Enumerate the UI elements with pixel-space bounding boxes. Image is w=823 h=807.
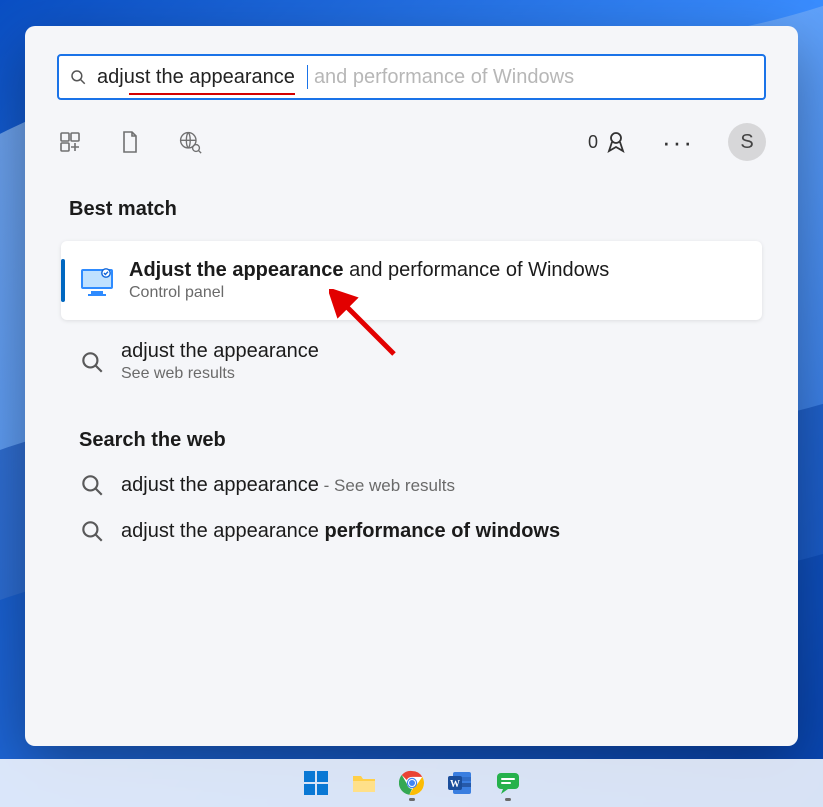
search-input-container[interactable]: adjust the appearance and performance of…	[57, 54, 766, 100]
user-avatar[interactable]: S	[728, 123, 766, 161]
start-search-panel: adjust the appearance and performance of…	[25, 26, 798, 746]
filter-apps-icon[interactable]	[57, 129, 83, 155]
svg-text:W: W	[450, 779, 460, 790]
best-match-result[interactable]: Adjust the appearance and performance of…	[61, 241, 762, 320]
result-title: adjust the appearance - See web results	[121, 474, 455, 497]
result-title: adjust the appearance performance of win…	[121, 520, 560, 543]
result-subtitle: See web results	[121, 365, 319, 383]
search-icon	[79, 518, 105, 544]
text-cursor	[307, 65, 308, 89]
rewards-badge[interactable]: 0	[588, 130, 628, 154]
result-title: adjust the appearance	[121, 340, 319, 363]
web-result-1[interactable]: adjust the appearance - See web results	[79, 472, 744, 498]
search-filter-row: 0 ··· S	[57, 120, 766, 164]
annotation-underline	[129, 93, 295, 95]
search-icon	[69, 68, 87, 86]
filter-documents-icon[interactable]	[117, 129, 143, 155]
rewards-icon	[604, 130, 628, 154]
web-result-2[interactable]: adjust the appearance performance of win…	[79, 518, 744, 544]
taskbar: W	[0, 759, 823, 807]
search-typed-text: adjust the appearance	[97, 66, 295, 89]
taskbar-start-button[interactable]	[303, 770, 329, 796]
monitor-settings-icon	[79, 263, 115, 299]
section-title-best-match: Best match	[69, 198, 754, 221]
taskbar-messages-icon[interactable]	[495, 770, 521, 796]
web-suggestion-result[interactable]: adjust the appearance See web results	[79, 340, 744, 383]
filter-web-icon[interactable]	[177, 129, 203, 155]
search-icon	[79, 472, 105, 498]
rewards-count: 0	[588, 132, 598, 153]
taskbar-chrome-icon[interactable]	[399, 770, 425, 796]
best-match-title: Adjust the appearance and performance of…	[129, 259, 609, 282]
taskbar-word-icon[interactable]: W	[447, 770, 473, 796]
selection-indicator	[61, 259, 65, 302]
taskbar-file-explorer-icon[interactable]	[351, 770, 377, 796]
section-title-search-web: Search the web	[79, 429, 754, 452]
search-icon	[79, 349, 105, 375]
search-autocomplete-ghost: and performance of Windows	[314, 66, 574, 89]
best-match-subtitle: Control panel	[129, 284, 609, 302]
